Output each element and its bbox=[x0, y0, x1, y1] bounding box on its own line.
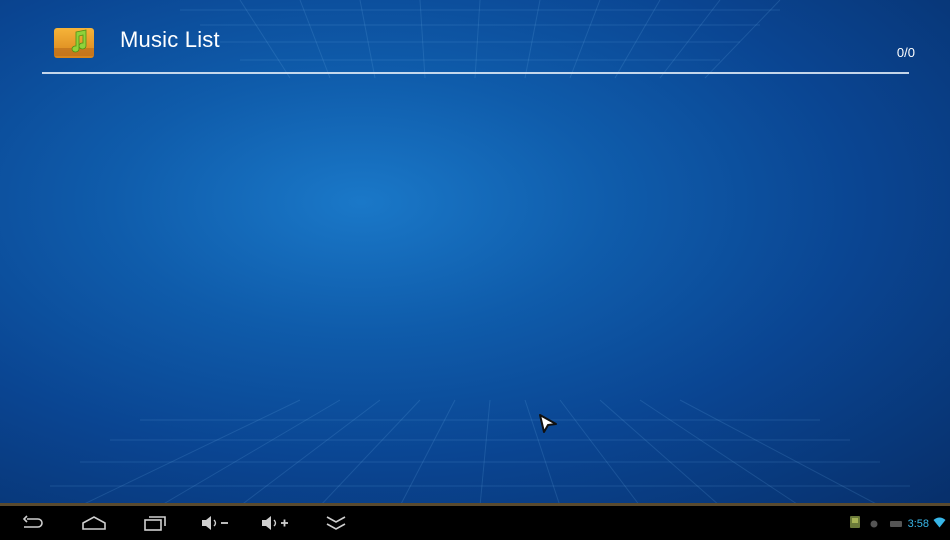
track-counter: 0/0 bbox=[896, 45, 915, 60]
page-title: Music List bbox=[120, 27, 220, 52]
notification-app-icon bbox=[849, 515, 860, 533]
home-button[interactable] bbox=[80, 513, 108, 533]
header-divider bbox=[42, 72, 909, 74]
status-area[interactable]: 3:58 bbox=[849, 515, 946, 533]
system-navigation-bar: 3:58 bbox=[0, 506, 950, 540]
back-button[interactable] bbox=[20, 513, 44, 533]
music-folder-icon bbox=[52, 22, 98, 62]
recent-apps-button[interactable] bbox=[142, 513, 168, 533]
volume-up-icon bbox=[260, 515, 290, 531]
back-arrow-icon bbox=[21, 515, 43, 531]
recent-apps-icon bbox=[143, 515, 167, 531]
double-chevron-down-icon bbox=[325, 515, 347, 531]
hide-bar-button[interactable] bbox=[324, 513, 348, 533]
dot-icon bbox=[870, 515, 878, 533]
volume-down-button[interactable] bbox=[200, 513, 230, 533]
status-clock: 3:58 bbox=[907, 518, 929, 530]
home-icon bbox=[81, 515, 107, 531]
volume-up-button[interactable] bbox=[260, 513, 290, 533]
music-list-screen: Music List 0/0 bbox=[0, 0, 950, 506]
usb-icon bbox=[889, 515, 902, 533]
volume-down-icon bbox=[200, 515, 230, 531]
wifi-icon bbox=[933, 515, 946, 533]
header: Music List 0/0 bbox=[0, 0, 950, 78]
mouse-cursor-icon bbox=[537, 412, 559, 436]
